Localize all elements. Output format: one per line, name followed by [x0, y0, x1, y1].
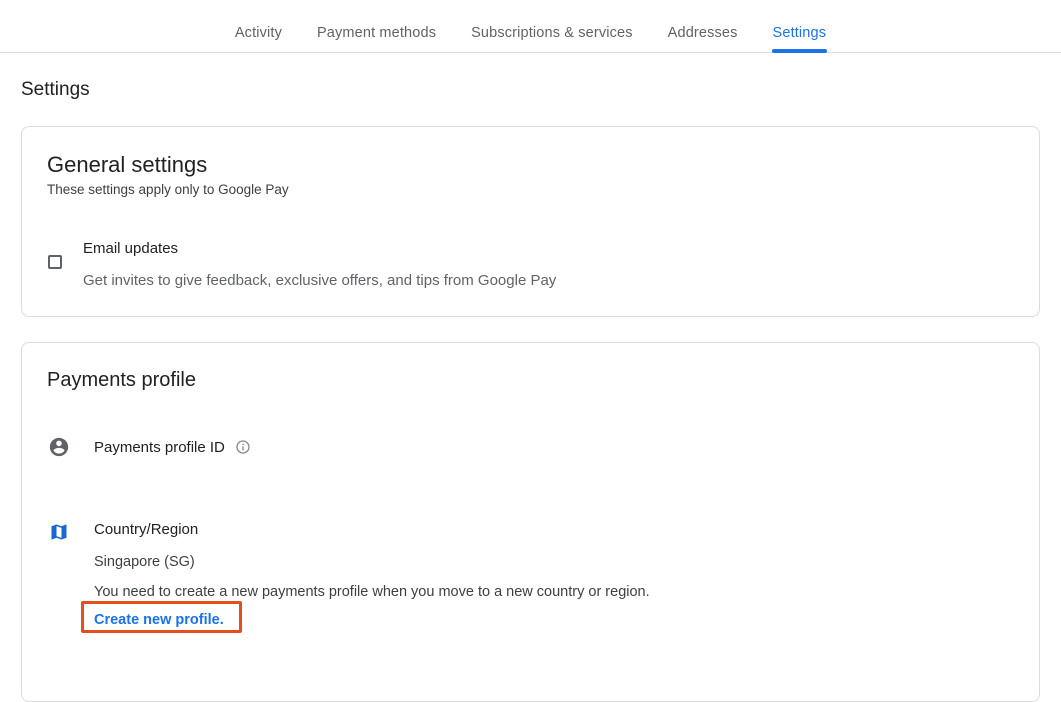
email-updates-checkbox[interactable] [48, 255, 62, 269]
email-updates-text: Email updates Get invites to give feedba… [83, 240, 556, 289]
tab-activity[interactable]: Activity [234, 25, 283, 52]
payments-profile-id-row: Payments profile ID [47, 436, 1014, 458]
map-icon [49, 522, 69, 542]
account-circle-icon [48, 436, 70, 458]
email-updates-label: Email updates [83, 240, 556, 257]
email-updates-row: Email updates Get invites to give feedba… [47, 240, 1014, 289]
tab-addresses[interactable]: Addresses [667, 25, 739, 52]
country-region-note: You need to create a new payments profil… [94, 584, 650, 601]
create-new-profile-link-wrap: Create new profile. [94, 611, 224, 629]
general-settings-title: General settings [47, 152, 1014, 178]
tab-settings[interactable]: Settings [772, 25, 828, 52]
payments-profile-id-label: Payments profile ID [94, 439, 225, 456]
country-region-row: Country/Region Singapore (SG) You need t… [47, 521, 1014, 629]
tab-settings-label: Settings [773, 25, 827, 41]
settings-page: Settings General settings These settings… [0, 79, 1061, 702]
tab-activity-label: Activity [235, 25, 282, 41]
active-tab-underline [772, 49, 828, 53]
country-region-value: Singapore (SG) [94, 554, 650, 571]
payments-profile-id-label-group: Payments profile ID [94, 436, 251, 458]
create-new-profile-link[interactable]: Create new profile. [94, 612, 224, 628]
payments-profile-title: Payments profile [47, 368, 1014, 392]
info-icon[interactable] [235, 439, 251, 455]
country-region-text: Country/Region Singapore (SG) You need t… [94, 521, 650, 629]
general-settings-card: General settings These settings apply on… [21, 126, 1040, 317]
page-title: Settings [21, 79, 1040, 101]
tab-payment-methods-label: Payment methods [317, 25, 436, 41]
tab-payment-methods[interactable]: Payment methods [316, 25, 437, 52]
tab-addresses-label: Addresses [668, 25, 738, 41]
general-settings-subtitle: These settings apply only to Google Pay [47, 182, 1014, 198]
payments-profile-card: Payments profile Payments profile ID [21, 342, 1040, 702]
email-updates-description: Get invites to give feedback, exclusive … [83, 272, 556, 289]
tab-subscriptions-services[interactable]: Subscriptions & services [470, 25, 634, 52]
tab-subscriptions-services-label: Subscriptions & services [471, 25, 633, 41]
tab-bar: Activity Payment methods Subscriptions &… [0, 0, 1061, 53]
country-region-label: Country/Region [94, 521, 650, 538]
